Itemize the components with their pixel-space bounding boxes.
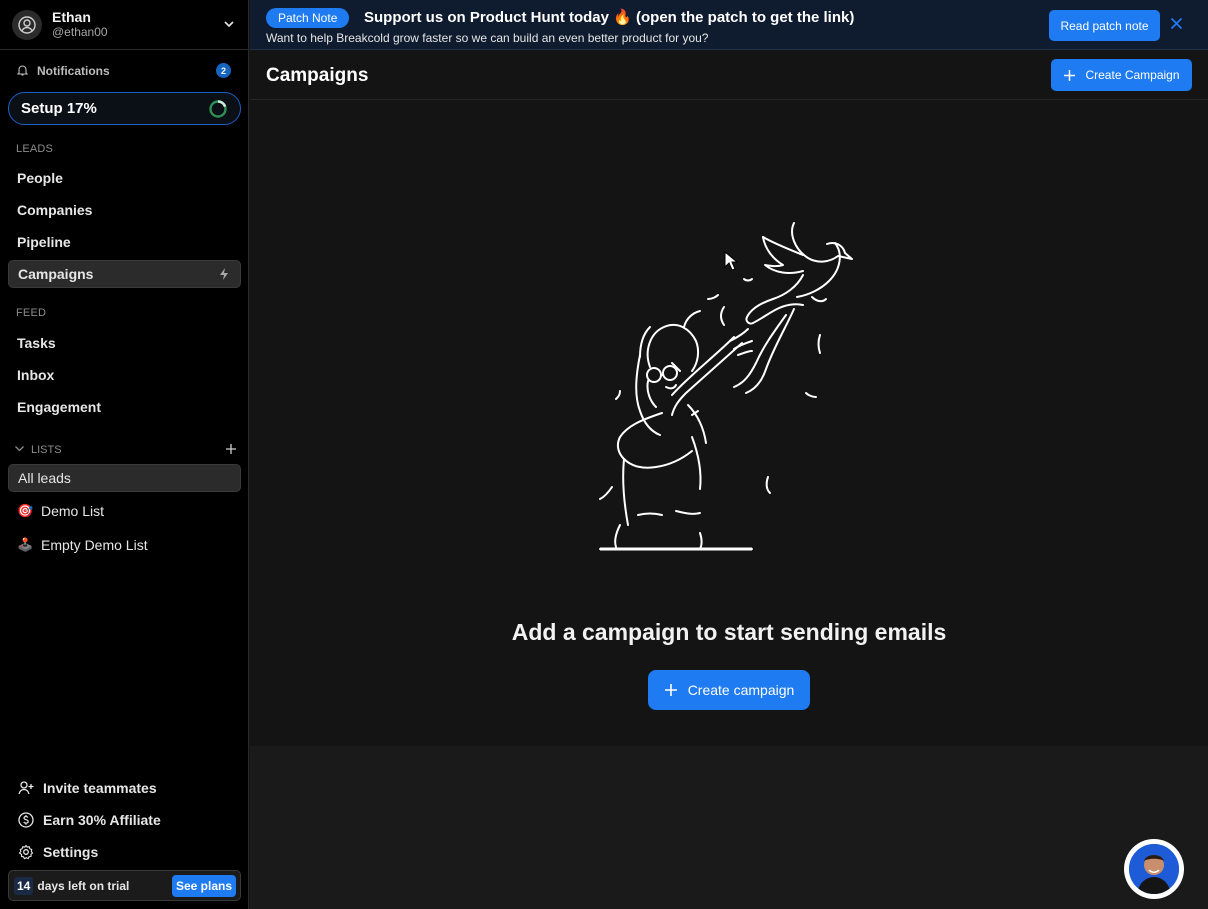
- invite-label: Invite teammates: [43, 780, 157, 796]
- list-item-label: Demo List: [41, 503, 105, 519]
- sidebar-item-engagement[interactable]: Engagement: [8, 393, 241, 421]
- main-content: Add a campaign to start sending emails C…: [250, 101, 1208, 746]
- sidebar-item-tasks[interactable]: Tasks: [8, 329, 241, 357]
- notifications-badge: 2: [216, 63, 231, 78]
- joystick-icon: 🕹️: [17, 537, 34, 552]
- trial-text: days left on trial: [37, 878, 130, 893]
- user-plus-icon: [17, 780, 35, 796]
- create-campaign-label: Create Campaign: [1085, 68, 1180, 82]
- setup-label: Setup 17%: [21, 100, 97, 117]
- plus-icon: [664, 684, 677, 696]
- user-handle: @ethan00: [52, 25, 108, 39]
- section-leads: LEADS: [16, 143, 54, 155]
- create-campaign-button[interactable]: Create Campaign: [1051, 59, 1192, 91]
- patch-note-pill[interactable]: Patch Note: [266, 8, 350, 28]
- list-item-all-leads[interactable]: All leads: [8, 464, 241, 492]
- create-campaign-cta-label: Create campaign: [687, 682, 795, 698]
- main-lower-area: [250, 746, 1208, 909]
- add-list-plus-icon[interactable]: [225, 443, 237, 458]
- sidebar-item-pipeline[interactable]: Pipeline: [8, 228, 241, 256]
- user-name: Ethan: [52, 9, 91, 25]
- page-header: Campaigns Create Campaign: [250, 51, 1208, 100]
- close-icon[interactable]: [1170, 17, 1183, 35]
- target-icon: 🎯: [17, 503, 34, 518]
- sidebar-item-campaigns[interactable]: Campaigns: [8, 260, 241, 288]
- banner-subtitle: Want to help Breakcold grow faster so we…: [266, 31, 709, 45]
- notifications-label: Notifications: [37, 64, 110, 78]
- list-item-demo-list[interactable]: 🎯 Demo List: [8, 497, 241, 525]
- gear-icon: [17, 844, 35, 860]
- app-root: Ethan @ethan00 Notifications 2 Setup 17%…: [0, 0, 1208, 909]
- section-lists: LISTS: [31, 444, 62, 456]
- settings-item[interactable]: Settings: [17, 842, 237, 862]
- affiliate-item[interactable]: Earn 30% Affiliate: [17, 810, 237, 830]
- lightning-icon: [217, 267, 231, 284]
- chevron-down-icon[interactable]: [223, 17, 235, 35]
- notifications-item[interactable]: Notifications 2: [16, 63, 233, 79]
- setup-progress-button[interactable]: Setup 17%: [8, 92, 241, 125]
- user-menu[interactable]: Ethan @ethan00: [0, 0, 249, 50]
- bell-icon: [16, 64, 29, 79]
- plus-icon: [1064, 69, 1076, 81]
- list-item-label: All leads: [18, 470, 71, 486]
- dollar-icon: [17, 812, 35, 828]
- empty-state-title: Add a campaign to start sending emails: [511, 619, 947, 645]
- user-avatar-icon: [12, 9, 42, 40]
- support-chat-avatar-button[interactable]: [1124, 839, 1184, 899]
- support-agent-avatar: [1129, 844, 1179, 894]
- sidebar-item-label: Campaigns: [18, 266, 94, 282]
- page-title: Campaigns: [266, 65, 369, 86]
- list-item-label: Empty Demo List: [41, 537, 148, 553]
- sidebar-item-inbox[interactable]: Inbox: [8, 361, 241, 389]
- settings-label: Settings: [43, 844, 99, 860]
- trial-days-count: 14: [14, 876, 34, 895]
- progress-ring-icon: [208, 99, 228, 123]
- patch-note-banner: Patch Note Support us on Product Hunt to…: [250, 0, 1208, 50]
- affiliate-label: Earn 30% Affiliate: [43, 812, 161, 828]
- read-patch-note-button[interactable]: Read patch note: [1049, 10, 1160, 41]
- list-item-empty-demo-list[interactable]: 🕹️ Empty Demo List: [8, 531, 241, 559]
- lists-header[interactable]: LISTS: [14, 443, 239, 457]
- sidebar: Ethan @ethan00 Notifications 2 Setup 17%…: [0, 0, 249, 909]
- chevron-down-icon[interactable]: [14, 443, 25, 457]
- trial-banner: 14 days left on trial See plans: [8, 870, 241, 901]
- see-plans-button[interactable]: See plans: [171, 875, 236, 897]
- sidebar-item-companies[interactable]: Companies: [8, 196, 241, 224]
- create-campaign-cta-button[interactable]: Create campaign: [648, 670, 810, 710]
- banner-title: Support us on Product Hunt today 🔥 (open…: [364, 9, 855, 26]
- sidebar-item-people[interactable]: People: [8, 164, 241, 192]
- section-feed: FEED: [16, 307, 47, 319]
- invite-teammates-item[interactable]: Invite teammates: [17, 778, 237, 798]
- mouse-cursor-icon: [724, 251, 738, 271]
